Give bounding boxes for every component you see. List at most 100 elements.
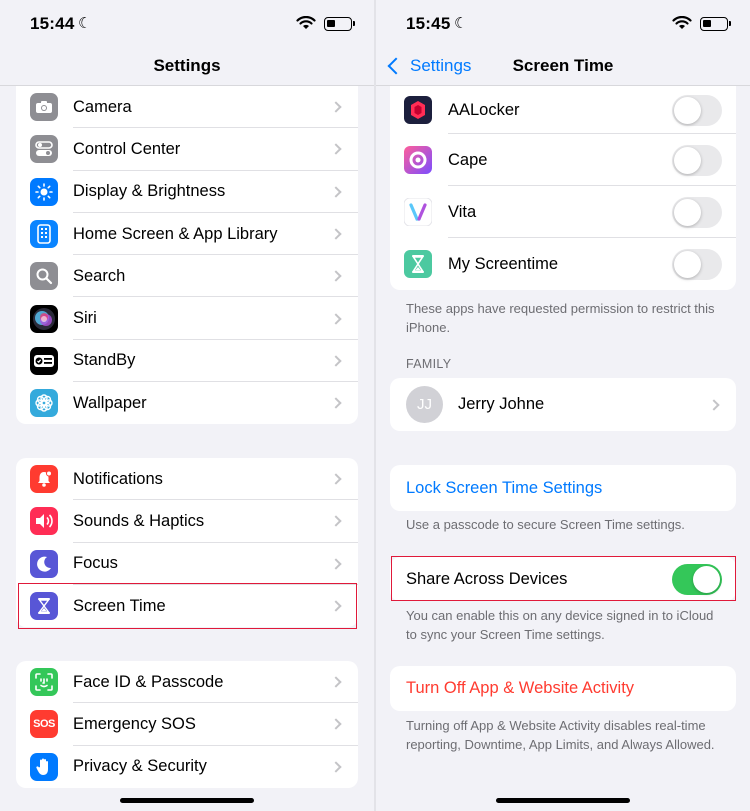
- chevron-right-icon: [330, 143, 342, 156]
- bell-icon: [30, 465, 58, 494]
- chevron-right-icon: [330, 101, 342, 113]
- app-row-cape: Cape: [390, 134, 736, 186]
- settings-row-wallpaper[interactable]: Wallpaper: [16, 382, 358, 424]
- row-label: Camera: [73, 97, 132, 116]
- settings-row-camera[interactable]: Camera: [16, 86, 358, 129]
- page-title: Settings: [153, 56, 221, 75]
- family-member-row[interactable]: JJ Jerry Johne: [390, 378, 736, 431]
- settings-row-control-center[interactable]: Control Center: [16, 128, 358, 171]
- share-note: You can enable this on any device signed…: [406, 608, 714, 642]
- settings-row-face-id-passcode[interactable]: Face ID & Passcode: [16, 661, 358, 704]
- app-row-my-screentime: My Screentime: [390, 238, 736, 290]
- row-label: Search: [73, 266, 126, 285]
- battery-icon: [324, 17, 355, 31]
- screen-time-highlight: [18, 583, 357, 629]
- settings-row-home-screen-app-library[interactable]: Home Screen & App Library: [16, 213, 358, 256]
- page-title: Screen Time: [512, 56, 614, 75]
- turn-off-note: Turning off App & Website Activity disab…: [406, 718, 715, 752]
- row-label: Wallpaper: [73, 393, 147, 412]
- siri-icon: [30, 304, 58, 333]
- row-label: Face ID & Passcode: [73, 672, 224, 691]
- lock-group: Lock Screen Time Settings: [390, 465, 736, 511]
- row-label: Display & Brightness: [73, 182, 226, 201]
- toggle-knob: [674, 198, 701, 226]
- settings-row-standby[interactable]: StandBy: [16, 340, 358, 383]
- row-label: Control Center: [73, 139, 181, 158]
- toggle-knob: [674, 146, 701, 174]
- settings-group-general: Camera Control Center Display & Brightness…: [16, 86, 358, 425]
- flower-icon: [30, 389, 58, 418]
- status-time: 15:44: [30, 14, 75, 33]
- app-permission-toggle[interactable]: [672, 248, 722, 280]
- settings-row-privacy-security[interactable]: Privacy & Security: [16, 746, 358, 788]
- settings-row-siri[interactable]: Siri: [16, 297, 358, 340]
- app-label: My Screentime: [448, 254, 559, 273]
- nav-bar: Settings Screen Time: [376, 48, 750, 86]
- sun-icon: [30, 177, 58, 206]
- chevron-right-icon: [330, 558, 342, 570]
- battery-icon: [700, 17, 731, 31]
- aalocker-icon: [404, 96, 432, 124]
- magnifier-icon: [30, 262, 58, 291]
- settings-group-security: Face ID & Passcode SOS Emergency SOS Privac…: [16, 661, 358, 788]
- row-label: Privacy & Security: [73, 757, 207, 776]
- home-indicator: [496, 798, 630, 803]
- row-label: Siri: [73, 309, 97, 328]
- chevron-right-icon: [708, 398, 720, 411]
- row-label: StandBy: [73, 351, 136, 370]
- settings-row-search[interactable]: Search: [16, 255, 358, 298]
- settings-screen: 15:44 ☾ Settings Camera Control Center Dis…: [0, 0, 374, 811]
- app-row-aalocker: AALocker: [390, 86, 736, 134]
- wifi-icon: [672, 16, 692, 29]
- faceid-icon: [30, 668, 58, 697]
- restricting-apps-group: AALocker Cape Vita My Screentime: [390, 86, 736, 290]
- app-row-vita: Vita: [390, 186, 736, 238]
- settings-row-notifications[interactable]: Notifications: [16, 458, 358, 501]
- status-bar: 15:44 ☾: [0, 0, 374, 48]
- settings-row-emergency-sos[interactable]: SOS Emergency SOS: [16, 703, 358, 746]
- lock-note: Use a passcode to secure Screen Time set…: [406, 517, 685, 532]
- turn-off-group: Turn Off App & Website Activity: [390, 666, 736, 711]
- toggles-icon: [30, 135, 58, 164]
- moon-icon: [30, 549, 58, 578]
- chevron-right-icon: [330, 676, 342, 688]
- turn-off-activity-button[interactable]: Turn Off App & Website Activity: [390, 666, 736, 711]
- focus-moon-icon: ☾: [454, 15, 468, 32]
- settings-row-display-brightness[interactable]: Display & Brightness: [16, 171, 358, 213]
- chevron-right-icon: [330, 473, 342, 485]
- settings-row-focus[interactable]: Focus: [16, 543, 358, 585]
- family-group: JJ Jerry Johne: [390, 378, 736, 431]
- home-indicator: [120, 798, 254, 803]
- app-permission-toggle[interactable]: [672, 94, 722, 126]
- vita-icon: [404, 198, 432, 226]
- row-label: Notifications: [73, 469, 163, 488]
- app-permission-toggle[interactable]: [672, 196, 722, 228]
- speaker-icon: [30, 507, 58, 536]
- lock-label: Lock Screen Time Settings: [406, 478, 603, 497]
- nav-bar: Settings: [0, 48, 374, 86]
- family-header: FAMILY: [406, 357, 452, 371]
- row-label: Focus: [73, 554, 118, 573]
- chevron-right-icon: [330, 186, 342, 198]
- chevron-right-icon: [330, 270, 342, 282]
- status-time: 15:45: [406, 14, 451, 33]
- phone-grid-icon: [30, 220, 58, 249]
- chevron-right-icon: [330, 355, 342, 367]
- chevron-right-icon: [330, 397, 342, 409]
- turn-off-label: Turn Off App & Website Activity: [406, 679, 635, 697]
- status-bar: 15:45 ☾: [376, 0, 750, 48]
- chevron-right-icon: [330, 228, 342, 240]
- chevron-right-icon: [330, 718, 342, 731]
- settings-row-sounds-haptics[interactable]: Sounds & Haptics: [16, 500, 358, 543]
- apps-note: These apps have requested permission to …: [406, 301, 715, 335]
- app-label: AALocker: [448, 100, 520, 119]
- chevron-right-icon: [330, 515, 342, 528]
- lock-screen-time-settings-button[interactable]: Lock Screen Time Settings: [390, 465, 736, 511]
- share-highlight: [391, 556, 736, 601]
- screen-time-screen: 15:45 ☾ Settings Screen Time AALocker Cap…: [376, 0, 750, 811]
- avatar: JJ: [406, 386, 443, 423]
- app-permission-toggle[interactable]: [672, 144, 722, 176]
- app-label: Cape: [448, 150, 488, 169]
- app-label: Vita: [448, 202, 477, 221]
- family-member-name: Jerry Johne: [458, 395, 545, 413]
